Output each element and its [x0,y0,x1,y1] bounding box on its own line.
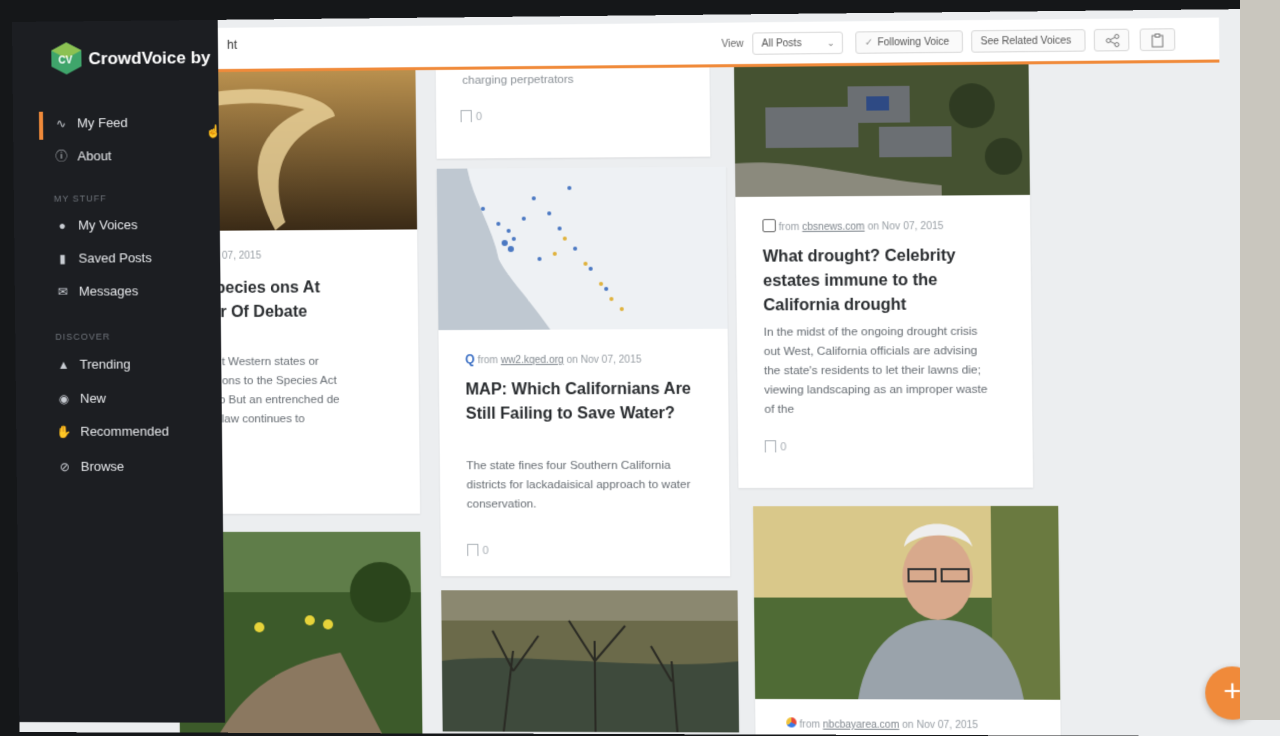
sidebar-item-trending[interactable]: ▲ Trending [56,357,131,379]
see-related-voices-button[interactable]: See Related Voices [971,29,1086,53]
sidebar-item-new[interactable]: ◉ New [56,390,107,413]
search-source-icon: Q [465,352,475,367]
save-button[interactable]: 0 [460,110,483,124]
mouse-cursor-icon: ☝ [205,124,221,139]
post-card-top[interactable]: charging perpetrators 0 [435,67,711,159]
pulse-icon: ∿ [55,116,67,131]
post-excerpt: In the midst of the ongoing drought cris… [763,325,988,416]
save-count: 0 [475,110,483,124]
bookmark-icon [764,440,777,453]
sidebar-item-my-feed[interactable]: ∿ My Feed [53,115,128,138]
sidebar-item-my-voices[interactable]: ● My Voices [54,217,138,240]
app-screen: g on Nov 07, 2015 red Species ons At Cen… [12,8,1280,736]
post-card-nbc[interactable]: from nbcbayarea.com on Nov 07, 2015 [753,505,1061,736]
brand-name: CrowdVoice by [88,48,211,69]
sidebar-item-saved-posts[interactable]: ▮ Saved Posts [54,250,152,273]
thumbs-up-icon: ✋ [56,424,72,439]
chat-icon: ● [58,218,66,233]
compass-icon: ⊘ [59,459,70,474]
post-date: Nov 07, 2015 [580,354,642,366]
background-wall [1240,0,1280,720]
sidebar-item-label: Saved Posts [78,250,152,266]
see-related-label: See Related Voices [980,35,1072,48]
section-title-my-stuff: MY STUFF [53,193,107,204]
nbc-source-icon [786,717,797,728]
sidebar-item-about[interactable]: ⓘ About [53,147,111,169]
sidebar-item-label: Recommended [80,423,169,439]
cbs-source-icon [762,219,776,233]
post-meta: from nbcbayarea.com on Nov 07, 2015 [786,717,978,731]
sidebar: CV CrowdVoice by ∿ My Feed ⓘ About MY STUF… [12,19,226,723]
post-image-estate [734,64,1030,197]
sidebar-item-messages[interactable]: ✉ Messages [55,283,139,305]
post-image-map [436,166,728,331]
post-card-kqed[interactable]: Q from ww2.kqed.org on Nov 07, 2015 MAP:… [436,166,731,577]
view-select[interactable]: All Posts ⌄ [752,31,844,55]
on-label: on [902,719,914,731]
sidebar-item-label: New [79,390,107,406]
post-title[interactable]: MAP: Which Californians Are Still Failin… [465,378,695,427]
voice-title-fragment: ht [226,37,238,52]
plus-icon: + [1223,674,1242,709]
save-button[interactable]: 0 [764,440,787,454]
post-excerpt: charging perpetrators [462,73,574,87]
sidebar-item-label: My Voices [78,217,138,233]
following-voice-label: Following Voice [877,36,950,49]
from-label: from [477,355,498,367]
view-select-value: All Posts [761,38,802,50]
post-meta: Q from ww2.kqed.org on Nov 07, 2015 [465,351,641,366]
post-date: Nov 07, 2015 [916,719,979,732]
chevron-down-icon: ⌄ [826,37,835,48]
source-link[interactable]: nbcbayarea.com [823,719,899,730]
post-image-portrait [753,505,1061,700]
section-title-discover: DISCOVER [55,331,111,342]
sidebar-item-label: Trending [79,356,131,372]
save-count: 0 [482,544,489,557]
flame-icon: ▲ [57,357,70,372]
save-button[interactable]: 0 [467,543,489,557]
sidebar-item-label: Messages [78,283,139,299]
view-label: View [721,38,744,51]
check-icon: ✓ [864,37,874,49]
bookmark-icon [467,543,479,556]
bookmark-icon: ▮ [59,251,66,266]
source-link[interactable]: cbsnews.com [802,221,865,233]
on-label: on [566,354,578,366]
voice-toolbar: ht View All Posts ⌄ ✓ Following Voice See… [212,17,1220,73]
post-excerpt: The state fines four Southern California… [466,459,691,511]
sidebar-item-browse[interactable]: ⊘ Browse [57,459,125,481]
share-button[interactable] [1093,28,1130,52]
info-icon: ⓘ [55,149,68,164]
on-label: on [867,221,880,233]
save-count: 0 [780,441,787,454]
globe-icon: ◉ [58,391,70,406]
source-link[interactable]: ww2.kqed.org [501,355,564,366]
sidebar-item-recommended[interactable]: ✋ Recommended [56,424,169,446]
envelope-icon: ✉ [57,284,68,299]
following-voice-button[interactable]: ✓ Following Voice [855,30,964,54]
bookmark-icon [460,110,472,123]
post-title[interactable]: What drought? Celebrity estates immune t… [763,244,996,318]
post-date: Nov 07, 2015 [881,220,944,233]
sidebar-item-label: Browse [80,458,125,474]
clipboard-button[interactable] [1139,28,1176,52]
logo-initials: CV [58,55,73,67]
post-meta: from cbsnews.com on Nov 07, 2015 [762,218,944,234]
sidebar-item-label: My Feed [77,115,128,131]
post-card-cbs[interactable]: from cbsnews.com on Nov 07, 2015 What dr… [734,64,1034,488]
clipboard-icon [1151,33,1164,47]
post-image-lake [441,590,740,733]
post-card-lake[interactable] [441,590,740,733]
from-label: from [778,221,800,234]
share-icon [1105,34,1120,47]
from-label: from [799,719,821,731]
sidebar-item-label: About [77,148,112,164]
